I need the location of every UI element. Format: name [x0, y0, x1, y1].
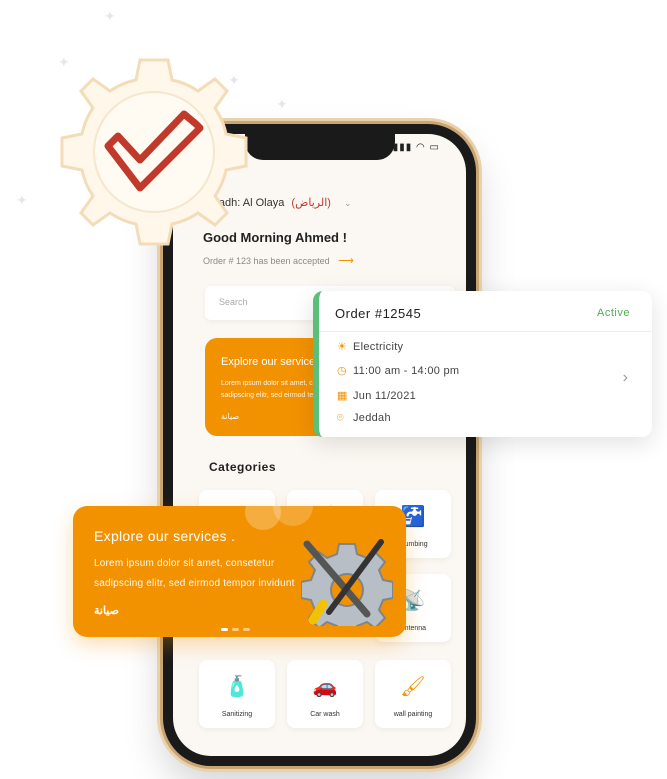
- order-notice[interactable]: Order # 123 has been accepted ⟶: [203, 254, 354, 267]
- order-status-badge: Active: [597, 307, 630, 319]
- clock-icon: ◷: [337, 365, 347, 377]
- categories-title: Categories: [209, 460, 277, 474]
- order-city-row: ⌾ Jeddah: [337, 412, 391, 425]
- carousel-dot[interactable]: [243, 628, 250, 631]
- order-service: Electricity: [353, 341, 404, 353]
- explore-desc-line: Lorem ipsum dolor sit amet, consetetur: [94, 558, 275, 569]
- category-tile[interactable]: 🚗 Car wash: [287, 660, 363, 728]
- decorative-bubble: [273, 506, 313, 526]
- brand-logo: صيانة: [94, 605, 119, 617]
- carousel-dot[interactable]: [221, 628, 228, 631]
- tools-gear-icon: [301, 539, 393, 626]
- category-label: Sanitizing: [221, 711, 253, 718]
- order-card[interactable]: Order #12545 Active ☀ Electricity ◷ 11:00 …: [313, 291, 652, 437]
- services-banner-desc-line: Lorem ipsum dolor sit amet, co: [221, 380, 317, 387]
- lightbulb-icon: ☀: [337, 341, 348, 353]
- arrow-right-icon: ⟶: [338, 255, 354, 267]
- category-tile[interactable]: 🖌 wall painting: [375, 660, 451, 728]
- calendar-icon: ▦: [337, 390, 348, 402]
- services-banner-title: Explore our services: [221, 356, 321, 368]
- explore-desc-line: sadipscing elitr, sed eirmod tempor invi…: [94, 578, 295, 589]
- category-tile[interactable]: 🧴 Sanitizing: [199, 660, 275, 728]
- category-label: wall painting: [393, 711, 433, 718]
- location-pin-icon: ⌾: [337, 412, 344, 424]
- order-title: Order #12545: [335, 306, 422, 321]
- search-placeholder: Search: [219, 297, 248, 307]
- sparkle-icon: ✦: [104, 8, 116, 24]
- chevron-right-icon[interactable]: ›: [623, 369, 628, 387]
- explore-services-banner[interactable]: Explore our services . Lorem ipsum dolor…: [73, 506, 406, 637]
- order-date: Jun 11/2021: [353, 390, 417, 402]
- chevron-down-icon: ⌄: [344, 198, 352, 208]
- carousel-dot[interactable]: [232, 628, 239, 631]
- order-service-row: ☀ Electricity: [337, 340, 403, 353]
- explore-desc: Lorem ipsum dolor sit amet, consetetur s…: [94, 554, 295, 594]
- location-arabic: (الرياض): [291, 197, 331, 209]
- order-time: 11:00 am - 14:00 pm: [353, 365, 460, 377]
- order-city: Jeddah: [353, 412, 391, 424]
- order-time-row: ◷ 11:00 am - 14:00 pm: [337, 364, 459, 377]
- paint-roller-icon: 🖌: [400, 676, 426, 698]
- status-bar-icons: ▮▮▮ ◠ ▭: [392, 142, 440, 153]
- services-banner-desc: Lorem ipsum dolor sit amet, co sadipscin…: [221, 378, 317, 402]
- sparkle-icon: ✦: [276, 96, 288, 112]
- car-wash-icon: 🚗: [312, 676, 338, 698]
- sparkle-icon: ✦: [16, 192, 28, 208]
- sanitizing-icon: 🧴: [224, 676, 250, 698]
- order-date-row: ▦ Jun 11/2021: [337, 389, 416, 402]
- order-notice-text: Order # 123 has been accepted: [203, 256, 330, 266]
- divider: [319, 331, 652, 332]
- explore-title: Explore our services .: [94, 528, 236, 544]
- phone-notch: [245, 134, 395, 160]
- gear-check-icon: [60, 58, 248, 246]
- category-label: Car wash: [310, 711, 340, 718]
- services-banner-desc-line: sadipscing elitr, sed eirmod ter: [221, 392, 316, 399]
- carousel-dots[interactable]: [221, 618, 254, 636]
- brand-logo: صيانة: [221, 412, 240, 421]
